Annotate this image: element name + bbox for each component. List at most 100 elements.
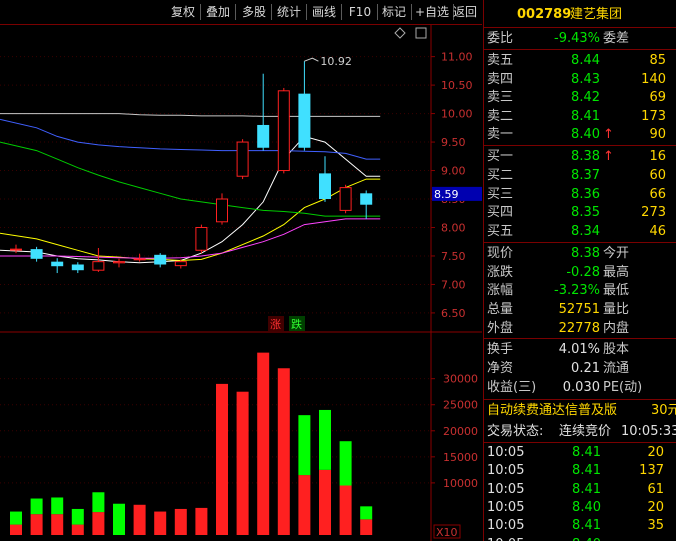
volume-tick-label: 10000 — [443, 477, 478, 490]
toolbar-button-5[interactable]: F10 — [345, 3, 375, 21]
toolbar-button-0[interactable]: 复权 — [168, 3, 198, 21]
sell-level-label: 卖五 — [487, 53, 514, 68]
current-price-label: 8.59 — [434, 188, 459, 201]
volume-bar-down — [360, 506, 373, 520]
stat-label-2: 流通 — [603, 361, 630, 376]
divider — [484, 442, 676, 443]
tick-price: 8.41 — [572, 518, 601, 534]
volume-bar-up — [133, 504, 146, 535]
volume-bar-up — [10, 524, 22, 535]
tick-volume: 20 — [647, 499, 664, 515]
volume-bar-down — [339, 441, 352, 486]
candle-body — [174, 261, 187, 267]
volume-bar-up — [195, 507, 208, 535]
stat-label-2: PE(动) — [603, 380, 643, 395]
candle-body — [195, 226, 208, 251]
volume-bar-down — [319, 409, 331, 470]
buy-level-label: 买三 — [487, 186, 514, 202]
toolbar-button-2[interactable]: 多股 — [239, 3, 269, 21]
buy-volume: 66 — [649, 186, 666, 202]
candle-body — [319, 173, 331, 200]
tick-volume: 61 — [647, 481, 664, 497]
toolbar-button-3[interactable]: 统计 — [274, 3, 304, 21]
toolbar-button-6[interactable]: 标记 — [379, 3, 409, 21]
buy-volume: 60 — [649, 167, 666, 183]
stat-row: 现价 8.38 今开 — [484, 245, 676, 263]
tick-volume: 137 — [639, 463, 664, 479]
price-tick-label: 9.50 — [441, 136, 466, 149]
divider — [484, 399, 676, 400]
stat-label: 换手 — [487, 342, 514, 357]
stock-code: 002789 — [517, 7, 572, 22]
price-tick-label: 6.50 — [441, 307, 466, 320]
promo-banner[interactable]: 自动续费通达信普及版 30元 — [484, 402, 676, 420]
promo-text[interactable]: 自动续费通达信普及版 — [487, 402, 617, 420]
buy-row: 买二 8.37 60 — [484, 167, 676, 185]
sell-volume: 90 — [649, 127, 666, 142]
window-icon — [415, 27, 427, 39]
stat-label: 涨幅 — [487, 283, 514, 299]
toolbar-separator — [235, 4, 236, 20]
ma-line-5 — [0, 113, 381, 117]
buy-row: 买三 8.36 66 — [484, 186, 676, 204]
sell-volume: 140 — [641, 71, 666, 87]
volume-bar-up — [92, 512, 105, 535]
toolbar-button-1[interactable]: 叠加 — [203, 3, 233, 21]
tick-row: 10:05 8.40 20 — [484, 499, 676, 517]
stat-row: 涨幅 -3.23% 最低 — [484, 282, 676, 300]
tick-price: 8.41 — [572, 463, 601, 479]
candle-body — [92, 261, 105, 271]
peak-price-label: 10.92 — [320, 55, 352, 68]
toolbar-button-8[interactable]: 返回 — [450, 3, 480, 21]
toolbar-button-4[interactable]: 画线 — [309, 3, 339, 21]
quote-panel: 002789 建艺集团 委比 -9.43% 委差 卖五 8.44 85 卖四 8.43 1… — [483, 0, 676, 541]
volume-bar-down — [92, 492, 105, 513]
status-label: 交易状态: — [487, 424, 544, 439]
buy-price: 8.38 — [571, 149, 600, 164]
volume-bar-down — [113, 503, 125, 535]
stat-label-2: 股本 — [603, 342, 630, 357]
stat-label-2: 内盘 — [603, 320, 630, 336]
volume-bar-up — [30, 514, 43, 535]
volume-bar-up — [236, 391, 249, 535]
status-value: 连续竞价 — [559, 424, 612, 439]
volume-tick-label: 20000 — [443, 425, 478, 438]
promo-price[interactable]: 30元 — [651, 402, 676, 420]
sell-row: 卖四 8.43 140 — [484, 71, 676, 89]
stat-label: 外盘 — [487, 320, 514, 336]
volume-bar-up — [71, 524, 84, 535]
volume-bar-up — [277, 368, 290, 535]
toolbar-button-7[interactable]: +自选 — [413, 3, 451, 21]
sell-row: 卖一 8.40 90 ↑ — [484, 126, 676, 144]
stat-value: 8.38 — [571, 246, 600, 261]
volume-tick-label: 25000 — [443, 399, 478, 412]
volume-bar-up — [298, 475, 311, 535]
stat-row: 换手 4.01% 股本 — [484, 341, 676, 359]
chart-toolbar: 复权 叠加 多股 统计 画线 F10 标记 +自选 返回 — [0, 0, 482, 25]
stat-value: 22778 — [558, 320, 600, 336]
tick-time: 10:05 — [487, 518, 525, 534]
sell-row: 卖三 8.42 69 — [484, 89, 676, 107]
divider — [484, 338, 676, 339]
stat-value: -0.28 — [566, 264, 600, 280]
sell-row: 卖二 8.41 173 — [484, 108, 676, 126]
volume-tick-label: 30000 — [443, 373, 478, 386]
sell-price: 8.41 — [571, 108, 600, 124]
stat-value: 52751 — [558, 302, 600, 318]
candle-body — [51, 261, 64, 267]
tick-row: 10:05 8.41 137 — [484, 462, 676, 480]
tick-volume: 20 — [647, 445, 664, 460]
ma-line-2 — [0, 218, 381, 259]
buy-price: 8.34 — [571, 224, 600, 240]
tick-row: 10:05 8.41 61 — [484, 481, 676, 499]
stat-label: 现价 — [487, 246, 514, 261]
candle-body — [216, 198, 228, 223]
candle-body — [71, 264, 84, 271]
kline-chart[interactable]: 6.507.007.508.008.509.009.5010.0010.5011… — [0, 25, 482, 541]
buy-level-label: 买二 — [487, 167, 514, 183]
sell-price: 8.40 — [571, 127, 600, 142]
sell-price: 8.42 — [571, 90, 600, 105]
candle-body — [154, 254, 167, 265]
stat-row: 外盘 22778 内盘 — [484, 320, 676, 338]
weibi-value: -9.43% — [554, 31, 600, 46]
